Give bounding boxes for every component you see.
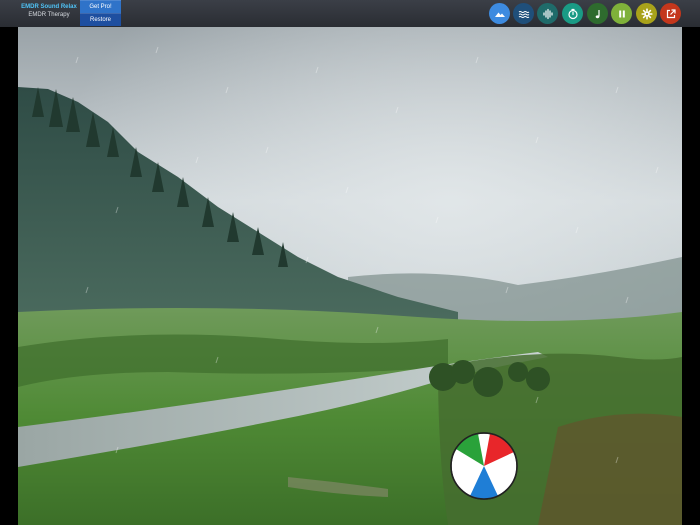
- waves-button[interactable]: [513, 3, 534, 24]
- app-title-block: EMDR Sound Relax EMDR Therapy: [18, 3, 80, 19]
- timer-icon: [567, 8, 578, 19]
- external-link-icon: [666, 8, 676, 18]
- music-button[interactable]: [587, 3, 608, 24]
- timer-button[interactable]: [562, 3, 583, 24]
- gear-icon: [640, 7, 653, 20]
- settings-button[interactable]: [636, 3, 657, 24]
- get-pro-button[interactable]: Get Pro!: [80, 0, 121, 13]
- share-button[interactable]: [660, 3, 681, 24]
- landscape-icon: [494, 12, 505, 17]
- beach-ball[interactable]: [450, 432, 518, 500]
- app-title: EMDR Sound Relax: [21, 4, 77, 10]
- app-subtitle: EMDR Therapy: [28, 12, 70, 18]
- top-bar: EMDR Sound Relax EMDR Therapy Get Pro! R…: [0, 0, 700, 27]
- music-note-icon: [595, 9, 600, 18]
- left-margin: [0, 27, 18, 525]
- soundwave-icon: [542, 8, 553, 19]
- waves-icon: [518, 10, 529, 18]
- purchase-buttons: Get Pro! Restore: [80, 0, 121, 27]
- scene-button[interactable]: [489, 3, 510, 24]
- pause-icon: [618, 10, 625, 17]
- rainy-valley-background: [18, 27, 682, 525]
- pause-button[interactable]: [611, 3, 632, 24]
- sound-button[interactable]: [537, 3, 558, 24]
- right-margin: [682, 27, 700, 525]
- landscape-illustration: [18, 27, 682, 525]
- restore-button[interactable]: Restore: [80, 13, 121, 26]
